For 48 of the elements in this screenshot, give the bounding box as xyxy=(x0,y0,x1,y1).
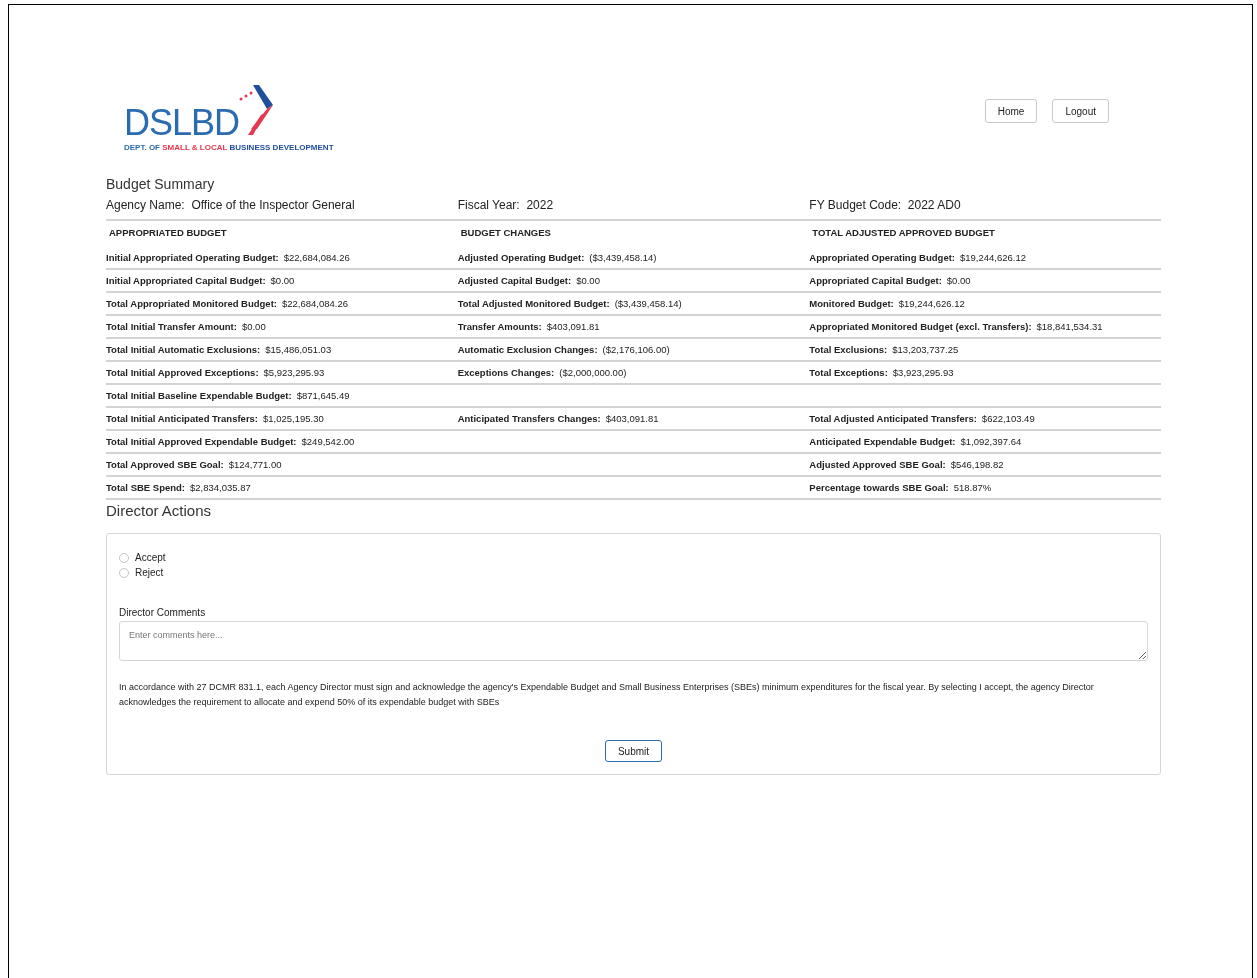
nav-button[interactable]: Home xyxy=(984,99,1038,123)
budget-field: Total Appropriated Monitored Budget: $22,684,084.26 xyxy=(106,298,349,309)
budget-field: Adjusted Capital Budget: $0.00 xyxy=(457,275,600,286)
budget-field: Total Adjusted Anticipated Transfers: $622,103.49 xyxy=(809,413,1035,424)
radio-label[interactable]: Reject xyxy=(135,567,164,579)
budget-field: Monitored Budget: $19,244,626.12 xyxy=(809,298,965,309)
field-label: Director Comments xyxy=(119,606,207,618)
budget-field: Total Exceptions: $3,923,295.93 xyxy=(809,367,954,378)
budget-field: Transfer Amounts: $403,091.81 xyxy=(457,321,600,332)
logo-wordmark: DSLBD xyxy=(124,105,240,141)
budget-field: Appropriated Operating Budget: $19,244,626.12 xyxy=(809,252,1027,263)
column-heading: TOTAL ADJUSTED APPROVED BUDGET xyxy=(811,226,996,240)
budget-field: Total Exclusions: $13,203,737.25 xyxy=(809,344,959,355)
budget-field: Percentage towards SBE Goal: 518.87% xyxy=(809,482,992,493)
budget-field: Initial Appropriated Operating Budget: $22,684,084.26 xyxy=(106,252,350,263)
column-heading: APPROPRIATED BUDGET xyxy=(108,226,228,240)
budget-field: Exceptions Changes: ($2,000,000.00) xyxy=(457,367,627,378)
budget-field: Anticipated Transfers Changes: $403,091.81 xyxy=(457,413,659,424)
budget-field: Adjusted Approved SBE Goal: $546,198.82 xyxy=(809,459,1004,470)
radio-label[interactable]: Accept xyxy=(135,552,166,564)
radio-button[interactable] xyxy=(119,552,129,563)
column-heading: BUDGET CHANGES xyxy=(459,226,552,240)
budget-field: Anticipated Expendable Budget: $1,092,397.64 xyxy=(809,436,1022,447)
budget-field: Appropriated Capital Budget: $0.00 xyxy=(809,275,971,286)
comments-field[interactable]: Enter comments here... xyxy=(119,620,1148,662)
budget-field: Adjusted Operating Budget: ($3,439,458.14) xyxy=(457,252,657,263)
budget-field: Total Initial Approved Exceptions: $5,923,295.93 xyxy=(106,367,325,378)
notice-text: In accordance with 27 DCMR 831.1, each Agency Director must sign and acknowledge the agency's Expendable Budget and Small Business Enterprises (SBEs) minimum expenditures for the fiscal year. By selecting I accept, the agency Director acknowledges the requirement to allocate and expend 50% of its expendable budget with SBEs xyxy=(119,681,1095,710)
budget-field: Appropriated Monitored Budget (excl. Transfers): $18,841,534.31 xyxy=(809,321,1103,332)
budget-field: Total SBE Spend: $2,834,035.87 xyxy=(106,482,251,493)
budget-field: Total Initial Approved Expendable Budget: $249,542.00 xyxy=(106,436,355,447)
info-field: Agency Name: Office of the Inspector General xyxy=(106,198,458,212)
budget-field: Total Approved SBE Goal: $124,771.00 xyxy=(106,459,282,470)
budget-field: Total Initial Automatic Exclusions: $15,486,051.03 xyxy=(106,344,332,355)
budget-field: Total Initial Transfer Amount: $0.00 xyxy=(106,321,266,332)
budget-field: Total Initial Anticipated Transfers: $1,025,195.30 xyxy=(106,413,324,424)
info-field: Fiscal Year: 2022 xyxy=(457,198,810,212)
info-field: FY Budget Code: 2022 AD0 xyxy=(809,198,1161,212)
logo-tagline: DEPT. OF SMALL & LOCAL BUSINESS DEVELOPMENT xyxy=(124,143,334,152)
budget-field: Total Initial Baseline Expendable Budget: $871,645.49 xyxy=(106,390,350,401)
radio-button[interactable] xyxy=(119,568,129,578)
submit-button[interactable]: Submit xyxy=(604,740,663,762)
section-title: Budget Summary xyxy=(106,176,216,192)
budget-field: Initial Appropriated Capital Budget: $0.00 xyxy=(106,275,295,286)
budget-field: Automatic Exclusion Changes: ($2,176,106.00) xyxy=(457,344,670,355)
budget-field: Total Adjusted Monitored Budget: ($3,439,458.14) xyxy=(457,298,682,309)
nav-button[interactable]: Logout xyxy=(1052,99,1109,123)
section-title: Director Actions xyxy=(106,502,213,519)
